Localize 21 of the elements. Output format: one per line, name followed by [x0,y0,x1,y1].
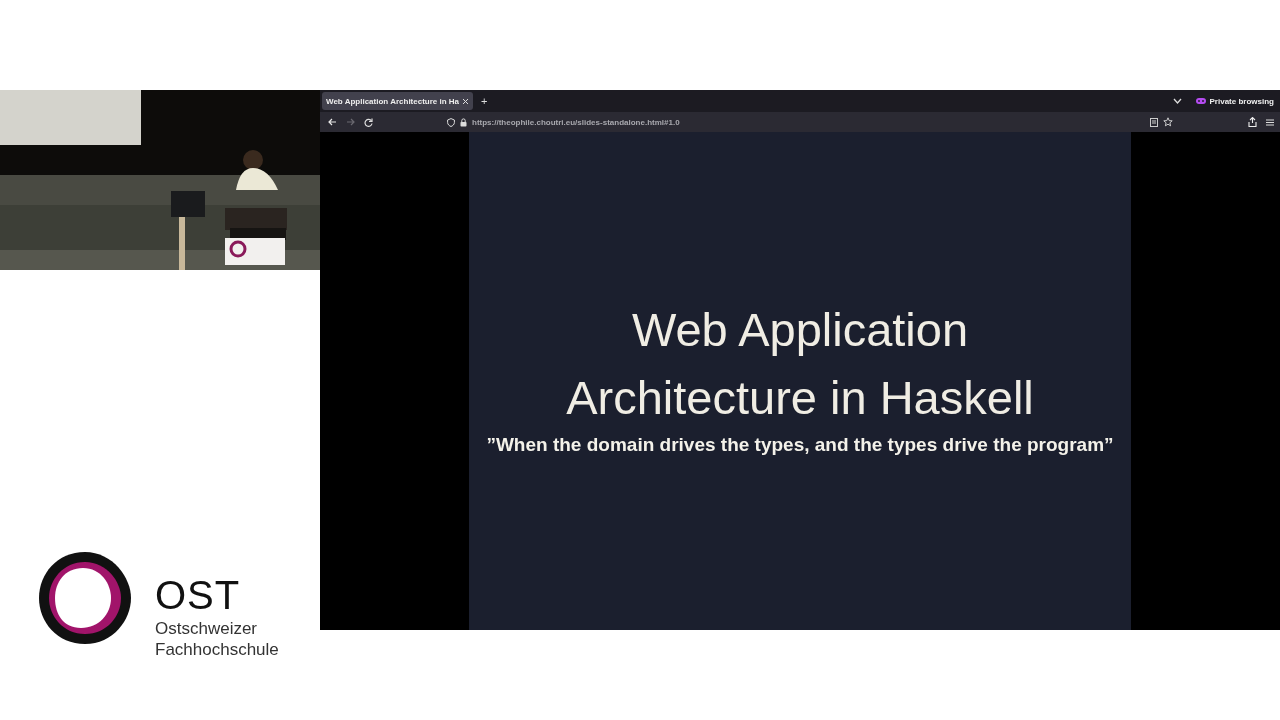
chevron-down-icon[interactable] [1172,98,1182,104]
slide-title: Web Application Architecture in Haskell [565,302,1035,426]
tab-title: Web Application Architecture in Ha [326,96,460,106]
url-text[interactable]: https://theophile.choutri.eu/slides-standalone.html#1.0 [472,117,680,127]
browser-tab[interactable]: Web Application Architecture in Ha [322,92,474,110]
reader-view-icon[interactable] [1150,117,1158,127]
back-arrow-icon[interactable] [328,118,337,126]
logo-subtitle: Ostschweizer [155,618,258,639]
new-tab-button[interactable]: + [481,95,488,107]
logo-subtitle: Fachhochschule [155,639,279,660]
reload-icon[interactable] [364,117,373,127]
lock-icon [460,117,467,127]
star-icon[interactable] [1163,117,1173,127]
private-browsing-label: Private browsing [1209,96,1274,106]
mask-icon [1195,98,1206,104]
close-icon[interactable] [462,97,470,105]
menu-icon[interactable] [1266,118,1274,126]
slide-subtitle: ”When the domain drives the types, and the types drive the program” [486,434,1114,456]
share-icon[interactable] [1248,117,1257,127]
logo-name: OST [155,575,241,615]
shield-icon[interactable] [447,117,455,127]
